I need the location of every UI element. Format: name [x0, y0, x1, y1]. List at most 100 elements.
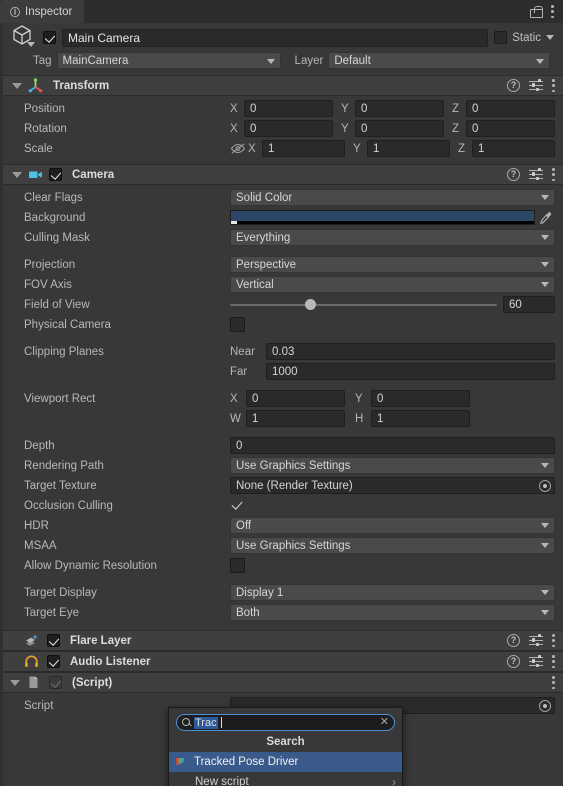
- transform-axis-icon: [28, 78, 43, 93]
- projection-value: Perspective: [236, 258, 297, 271]
- popup-item-new-script[interactable]: New script ›: [169, 772, 402, 786]
- depth-input[interactable]: 0: [230, 437, 555, 454]
- lock-open-icon[interactable]: [530, 5, 543, 18]
- physical-camera-checkbox[interactable]: [230, 317, 245, 332]
- msaa-dropdown[interactable]: Use Graphics Settings: [230, 537, 555, 554]
- gameobject-enabled-checkbox[interactable]: [43, 31, 56, 44]
- gameobject-name-row: Main Camera Static: [9, 24, 554, 47]
- cube-gameobject-icon[interactable]: [9, 24, 35, 51]
- foldout-arrow-icon[interactable]: [12, 82, 22, 89]
- allow-dynamic-resolution-checkbox[interactable]: [230, 558, 245, 573]
- layer-dropdown[interactable]: Default: [328, 52, 551, 69]
- flare-layer-enabled-checkbox[interactable]: [47, 634, 60, 647]
- foldout-arrow-icon[interactable]: [12, 171, 22, 178]
- kebab-menu-icon[interactable]: [552, 655, 555, 668]
- kebab-menu-icon[interactable]: [552, 168, 555, 181]
- inspector-window: ⓘ Inspector Main Camera Static Tag MainC…: [0, 0, 563, 786]
- tab-inspector-label: Inspector: [25, 5, 73, 18]
- occlusion-culling-checkbox[interactable]: [230, 498, 245, 513]
- help-icon[interactable]: ?: [507, 655, 520, 668]
- component-header-script[interactable]: (Script): [0, 672, 563, 693]
- gameobject-name-input[interactable]: Main Camera: [62, 28, 489, 47]
- help-icon[interactable]: ?: [507, 79, 520, 92]
- scale-y-input[interactable]: 1: [367, 140, 450, 157]
- culling-mask-dropdown[interactable]: Everything: [230, 229, 555, 246]
- kebab-menu-icon[interactable]: [552, 634, 555, 647]
- search-input-value[interactable]: Trac: [194, 716, 218, 729]
- row-physical-camera: Physical Camera: [8, 315, 555, 334]
- search-field[interactable]: Trac ✕: [176, 714, 395, 731]
- audio-listener-enabled-checkbox[interactable]: [47, 655, 60, 668]
- component-header-transform[interactable]: Transform ?: [0, 75, 563, 96]
- help-icon[interactable]: ?: [507, 168, 520, 181]
- rotation-y-input[interactable]: 0: [355, 120, 444, 137]
- rotation-x-input[interactable]: 0: [244, 120, 333, 137]
- chevron-down-icon[interactable]: [27, 41, 35, 47]
- fov-axis-dropdown[interactable]: Vertical: [230, 276, 555, 293]
- static-checkbox[interactable]: [494, 31, 508, 44]
- hdr-dropdown[interactable]: Off: [230, 517, 555, 534]
- foldout-arrow-icon[interactable]: [10, 679, 20, 686]
- position-z-input[interactable]: 0: [466, 100, 555, 117]
- preset-icon[interactable]: [529, 655, 543, 668]
- row-fov-axis: FOV Axis Vertical: [8, 275, 555, 294]
- help-icon[interactable]: ?: [507, 634, 520, 647]
- viewport-x-input[interactable]: 0: [246, 390, 345, 407]
- headphones-icon: [24, 654, 39, 669]
- position-y-input[interactable]: 0: [355, 100, 444, 117]
- slider-knob[interactable]: [304, 299, 316, 310]
- viewport-w-input[interactable]: 1: [246, 410, 345, 427]
- position-x-input[interactable]: 0: [244, 100, 333, 117]
- scale-x-input[interactable]: 1: [262, 140, 345, 157]
- clear-flags-dropdown[interactable]: Solid Color: [230, 189, 555, 206]
- script-file-icon: [26, 675, 41, 690]
- target-texture-object-field[interactable]: None (Render Texture): [230, 477, 555, 494]
- projection-dropdown[interactable]: Perspective: [230, 256, 555, 273]
- row-target-display: Target Display Display 1: [8, 583, 555, 602]
- popup-item-tracked-pose-driver[interactable]: Tracked Pose Driver: [169, 752, 402, 772]
- script-enabled-checkbox[interactable]: [49, 676, 62, 689]
- preset-icon[interactable]: [529, 79, 543, 92]
- object-picker-icon[interactable]: [539, 480, 551, 492]
- row-depth: Depth 0: [8, 436, 555, 455]
- viewport-y-input[interactable]: 0: [371, 390, 470, 407]
- static-dropdown-chevron-icon[interactable]: [546, 35, 554, 40]
- scale-z-input[interactable]: 1: [472, 140, 555, 157]
- preset-icon[interactable]: [529, 634, 543, 647]
- component-header-audio-listener[interactable]: Audio Listener ?: [0, 651, 563, 672]
- tag-dropdown[interactable]: MainCamera: [56, 52, 281, 69]
- rendering-path-dropdown[interactable]: Use Graphics Settings: [230, 457, 555, 474]
- eyedropper-icon[interactable]: [539, 211, 555, 225]
- row-rendering-path: Rendering Path Use Graphics Settings: [8, 456, 555, 475]
- background-color-swatch[interactable]: [230, 210, 535, 225]
- target-eye-dropdown[interactable]: Both: [230, 604, 555, 621]
- chevron-down-icon: [541, 610, 549, 615]
- layer-label: Layer: [294, 54, 324, 67]
- component-header-flare-layer[interactable]: Flare Layer ?: [0, 630, 563, 651]
- target-texture-value: None (Render Texture): [236, 479, 353, 492]
- clipping-near-input[interactable]: 0.03: [266, 343, 555, 360]
- target-eye-value: Both: [236, 606, 260, 619]
- field-of-view-slider[interactable]: [230, 296, 497, 313]
- field-of-view-input[interactable]: 60: [503, 296, 555, 313]
- row-background: Background: [8, 208, 555, 227]
- field-of-view-controls: 60: [230, 296, 555, 313]
- kebab-menu-icon[interactable]: [552, 676, 555, 689]
- axis-label-x: X: [230, 122, 238, 135]
- static-toggle-group: Static: [494, 31, 554, 44]
- component-tools: ?: [507, 168, 555, 181]
- kebab-menu-icon[interactable]: [551, 5, 554, 18]
- object-picker-icon[interactable]: [539, 700, 551, 712]
- eye-off-icon[interactable]: [230, 142, 248, 156]
- kebab-menu-icon[interactable]: [552, 79, 555, 92]
- camera-enabled-checkbox[interactable]: [49, 168, 62, 181]
- tab-inspector[interactable]: ⓘ Inspector: [0, 0, 85, 23]
- target-display-dropdown[interactable]: Display 1: [230, 584, 555, 601]
- viewport-h-input[interactable]: 1: [371, 410, 470, 427]
- clear-x-icon[interactable]: ✕: [380, 717, 389, 728]
- layer-value: Default: [334, 54, 371, 67]
- preset-icon[interactable]: [529, 168, 543, 181]
- component-header-camera[interactable]: Camera ?: [0, 164, 563, 185]
- rotation-z-input[interactable]: 0: [466, 120, 555, 137]
- clipping-far-input[interactable]: 1000: [266, 363, 555, 380]
